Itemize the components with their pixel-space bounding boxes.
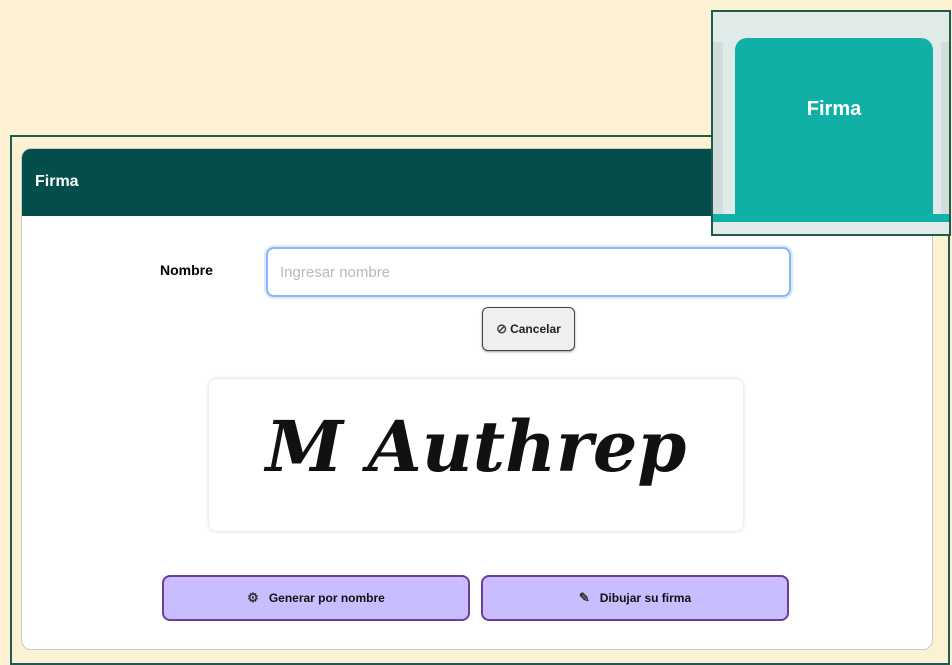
pencil-icon: ✎: [578, 590, 590, 605]
generate-button-label: Generar por nombre: [268, 591, 385, 605]
tab-left-neighbor: [713, 42, 723, 218]
tab-right-neighbor: [941, 42, 949, 218]
gears-icon: ⚙: [247, 590, 259, 605]
name-input[interactable]: [266, 247, 791, 297]
cancel-button-label: Cancelar: [510, 322, 561, 336]
signature-preview: M Authrep: [209, 379, 743, 531]
tab-firma[interactable]: Firma: [735, 38, 933, 222]
tab-underline: [713, 214, 949, 222]
cancel-button[interactable]: ⊘ Cancelar: [482, 307, 575, 351]
tab-firma-label: Firma: [806, 98, 862, 120]
tab-zoom-callout: Firma: [711, 10, 951, 236]
name-label: Nombre: [160, 262, 213, 278]
signature-text: M Authrep: [264, 405, 687, 488]
generate-by-name-button[interactable]: ⚙ Generar por nombre: [162, 575, 470, 621]
draw-signature-button[interactable]: ✎ Dibujar su firma: [481, 575, 789, 621]
draw-button-label: Dibujar su firma: [599, 591, 692, 605]
ban-icon: ⊘: [496, 321, 508, 336]
dialog-title: Firma: [35, 173, 79, 190]
signature-image: M Authrep: [264, 405, 687, 488]
